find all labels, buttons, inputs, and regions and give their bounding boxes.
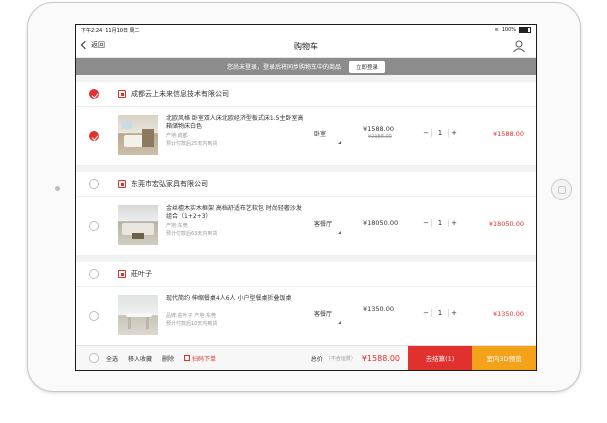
item-subtotal: ¥1588.00 <box>492 130 524 138</box>
store-icon <box>118 90 126 98</box>
status-bar: 下午2:24 11月10日 周二 ≋ 100% <box>76 25 536 35</box>
dropdown-corner-icon <box>338 321 341 324</box>
home-button[interactable] <box>551 179 572 200</box>
room-select[interactable]: 客餐厅 <box>314 219 332 228</box>
product-origin: 产地:成都 <box>166 133 188 139</box>
total-label: 总价 <box>310 355 323 363</box>
cart-footer: 全选 移入收藏 删除 扫码下单 总价 （不含运费） ¥1588.00 去结算(1… <box>76 345 536 370</box>
battery-icon <box>519 27 531 33</box>
dropdown-corner-icon <box>338 231 341 234</box>
delete-button[interactable]: 删除 <box>162 354 174 363</box>
select-all-label[interactable]: 全选 <box>106 354 118 363</box>
unit-price: ¥18050.00 <box>363 219 399 227</box>
scan-label: 扫码下单 <box>192 355 217 363</box>
checkout-button[interactable]: 去结算(1) <box>408 346 472 370</box>
product-title[interactable]: 现代简约 伸缩餐桌4人6人 小户型餐桌折叠饭桌 <box>166 295 306 303</box>
original-price: ¥2188.00 <box>368 134 392 140</box>
camera-icon <box>55 186 60 191</box>
shop-header: 东莞市宏弘家具有限公司 <box>76 172 536 197</box>
product-origin: 品牌:莊叶子 产地:东莞 <box>166 313 216 319</box>
room-select[interactable]: 客餐厅 <box>314 309 332 318</box>
increase-button[interactable]: + <box>449 129 459 137</box>
shop-name[interactable]: 成都云上未来信息技术有限公司 <box>131 89 229 99</box>
cart-item: 金丝檀木实木框架 高档舒适布艺软包 时尚轻奢沙发组合（1+2+3） 产地:东莞 … <box>76 197 536 256</box>
shop-checkbox[interactable] <box>89 89 99 99</box>
total-note: （不含运费） <box>325 355 356 362</box>
item-checkbox[interactable] <box>89 311 99 321</box>
shop-name[interactable]: 莊叶子 <box>131 269 152 279</box>
chevron-left-icon <box>80 40 90 50</box>
shop-name[interactable]: 东莞市宏弘家具有限公司 <box>131 179 208 189</box>
cart-item: 北欧风格 卧室双人床北欧经济型板式床1.5主卧室高箱储物床白色 产地:成都 预计… <box>76 107 536 166</box>
battery-percent: 100% <box>501 27 516 33</box>
store-icon <box>118 270 126 278</box>
login-button[interactable]: 立即登录 <box>349 60 386 73</box>
status-time: 下午2:24 <box>81 27 103 34</box>
status-date: 11月10日 周二 <box>105 27 140 34</box>
quantity-value[interactable]: 1 <box>431 309 449 317</box>
product-lead-time: 预计付款后25天内到货 <box>166 141 218 147</box>
product-lead-time: 预计付款后10天内到货 <box>166 321 218 327</box>
unit-price: ¥1350.00 <box>363 305 395 313</box>
product-lead-time: 预计付款后63天内到货 <box>166 231 218 237</box>
quantity-stepper: − 1 + <box>421 129 459 137</box>
unit-price: ¥1588.00 <box>363 125 395 133</box>
quantity-stepper: − 1 + <box>421 219 459 227</box>
quantity-value[interactable]: 1 <box>431 129 449 137</box>
store-icon <box>118 180 126 188</box>
back-label: 返回 <box>91 41 105 49</box>
cart-list: 成都云上未来信息技术有限公司 北欧风格 卧室双人床北欧经济型板式床1.5主卧室高… <box>76 76 536 346</box>
scan-icon <box>184 355 191 361</box>
move-to-favorites-button[interactable]: 移入收藏 <box>128 354 152 363</box>
product-origin: 产地:东莞 <box>166 223 188 229</box>
product-image[interactable] <box>118 115 158 155</box>
shop-header: 成都云上未来信息技术有限公司 <box>76 82 536 107</box>
login-banner: 您尚未登录，登录后将同步购物车中的商品 立即登录 <box>76 58 536 75</box>
shop-checkbox[interactable] <box>89 179 99 189</box>
quantity-value[interactable]: 1 <box>431 219 449 227</box>
item-checkbox[interactable] <box>89 221 99 231</box>
quantity-stepper: − 1 + <box>421 309 459 317</box>
decrease-button[interactable]: − <box>421 129 431 137</box>
view-3d-button[interactable]: 室内3D预览 <box>472 346 536 370</box>
room-select[interactable]: 卧室 <box>314 129 326 138</box>
shop-header: 莊叶子 <box>76 262 536 287</box>
decrease-button[interactable]: − <box>421 309 431 317</box>
item-checkbox[interactable] <box>89 131 99 141</box>
total-value: ¥1588.00 <box>361 353 400 363</box>
user-icon[interactable] <box>512 39 526 53</box>
nav-bar: 返回 购物车 <box>76 35 536 58</box>
app-screen: 下午2:24 11月10日 周二 ≋ 100% 返回 购物车 您尚未登录，登录后… <box>75 24 537 371</box>
increase-button[interactable]: + <box>449 219 459 227</box>
decrease-button[interactable]: − <box>421 219 431 227</box>
product-title[interactable]: 北欧风格 卧室双人床北欧经济型板式床1.5主卧室高箱储物床白色 <box>166 115 306 131</box>
page-title: 购物车 <box>294 41 318 51</box>
shop-checkbox[interactable] <box>89 269 99 279</box>
product-title[interactable]: 金丝檀木实木框架 高档舒适布艺软包 时尚轻奢沙发组合（1+2+3） <box>166 205 306 221</box>
product-image[interactable] <box>118 295 158 335</box>
back-button[interactable]: 返回 <box>80 40 105 50</box>
product-image[interactable] <box>118 205 158 245</box>
login-message: 您尚未登录，登录后将同步购物车中的商品 <box>226 64 341 71</box>
dropdown-corner-icon <box>338 141 341 144</box>
wifi-icon: ≋ <box>494 27 499 33</box>
item-subtotal: ¥1350.00 <box>492 310 524 318</box>
select-all-checkbox[interactable] <box>89 353 99 363</box>
cart-item: 现代简约 伸缩餐桌4人6人 小户型餐桌折叠饭桌 品牌:莊叶子 产地:东莞 预计付… <box>76 287 536 346</box>
scan-order-button[interactable]: 扫码下单 <box>184 354 216 363</box>
increase-button[interactable]: + <box>449 309 459 317</box>
item-subtotal: ¥18050.00 <box>488 220 524 228</box>
